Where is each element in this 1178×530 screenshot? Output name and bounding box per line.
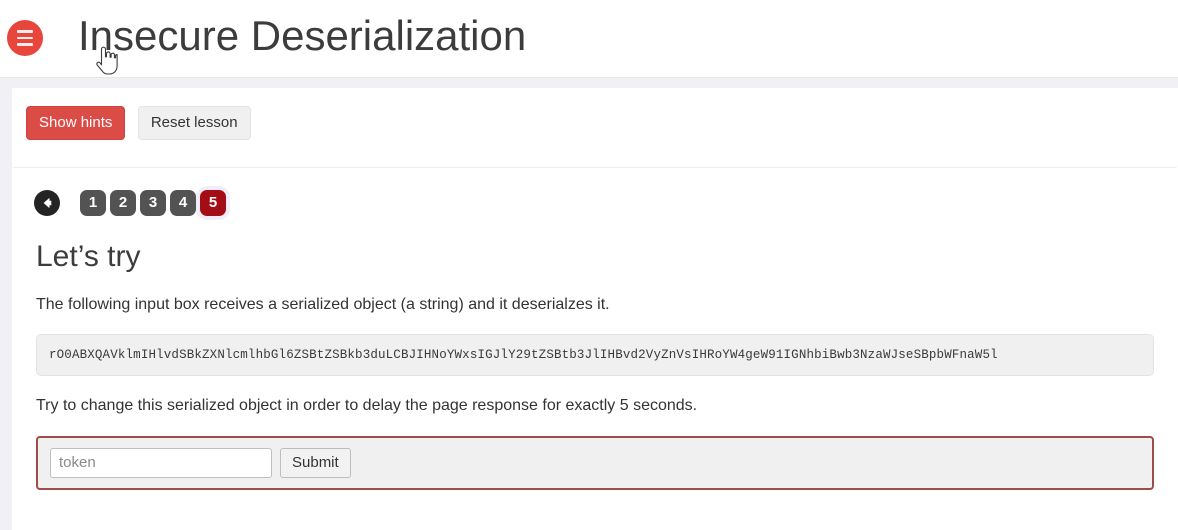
submit-button[interactable]: Submit	[280, 447, 351, 478]
lesson-task-text: Try to change this serialized object in …	[36, 397, 698, 415]
token-input[interactable]	[50, 447, 272, 478]
lesson-heading: Let’s try	[36, 240, 141, 273]
reset-lesson-button[interactable]: Reset lesson	[137, 106, 251, 140]
pagination-page-4[interactable]: 4	[170, 190, 196, 216]
app-header: Insecure Deserialization	[0, 0, 1178, 78]
deserialization-attack-form: Submit	[36, 435, 1154, 490]
pagination-page-5[interactable]: 5	[200, 190, 226, 216]
page-background-band: Show hints Reset lesson 1 2 3 4 5 Let’s …	[0, 78, 1178, 530]
show-hints-button[interactable]: Show hints	[26, 106, 126, 140]
pagination-page-3[interactable]: 3	[140, 190, 166, 216]
hamburger-menu-button[interactable]	[7, 20, 43, 56]
lesson-content-panel: Show hints Reset lesson 1 2 3 4 5 Let’s …	[12, 88, 1178, 530]
hamburger-icon-bar	[17, 36, 33, 40]
arrow-left-icon-button[interactable]	[34, 190, 60, 216]
lesson-controls-bar: Show hints Reset lesson	[12, 88, 1178, 168]
serialized-object-display: rO0ABXQAVklmIHlvdSBkZXNlcmlhbGl6ZSBtZSBk…	[36, 334, 1154, 377]
arrow-left-icon	[43, 198, 52, 208]
page-title: Insecure Deserialization	[78, 12, 527, 59]
pagination-page-2[interactable]: 2	[110, 190, 136, 216]
pagination-page-1[interactable]: 1	[80, 190, 106, 216]
hamburger-icon-bar	[17, 30, 33, 33]
hamburger-icon-bar	[17, 43, 33, 46]
lesson-body: Let’s try The following input box receiv…	[12, 216, 1178, 490]
lesson-intro-text: The following input box receives a seria…	[36, 296, 610, 313]
lesson-pagination: 1 2 3 4 5	[12, 168, 1178, 216]
